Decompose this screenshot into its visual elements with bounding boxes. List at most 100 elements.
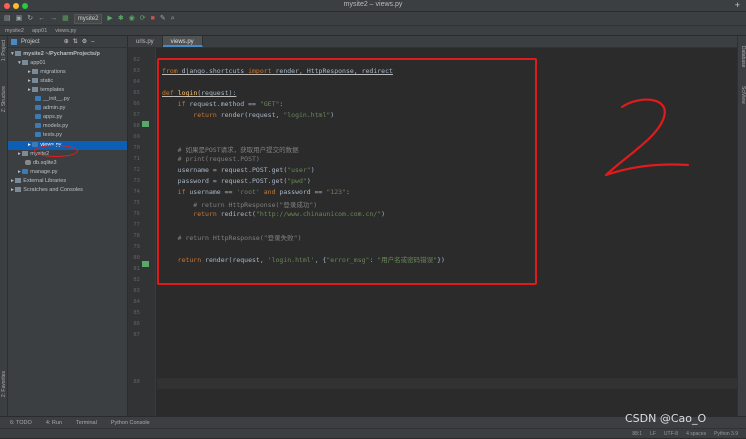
python-file-icon [22, 169, 29, 174]
breadcrumb-item-project[interactable]: mysite2 [5, 26, 24, 35]
tree-item-tests[interactable]: tests.py [8, 131, 127, 140]
line-number: 79 [133, 244, 140, 250]
tree-item-migrations[interactable]: ▸ migrations [8, 68, 127, 77]
tab-urls[interactable]: urls.py [128, 36, 163, 47]
structure-tool-tab[interactable]: Z: Structure [1, 86, 7, 112]
handwritten-two-annotation [604, 98, 690, 177]
project-panel: Project ⊕ ⇅ ⚙ – ▾ mysite2 ~/PycharmProje… [8, 36, 128, 416]
line-number: 88 [133, 379, 140, 385]
debug-icon[interactable]: ✱ [118, 13, 124, 25]
left-tool-strip: 1: Project Z: Structure 2: Favorites [0, 36, 8, 416]
gear-icon[interactable]: ⚙ [82, 38, 87, 45]
line-number: 84 [133, 299, 140, 305]
run-icon[interactable]: ▶ [107, 13, 112, 25]
search-icon[interactable]: ⌕ [171, 13, 175, 25]
library-icon [15, 178, 22, 183]
views-annotation-circle [34, 145, 78, 157]
url-mapping-icon[interactable] [142, 255, 150, 267]
locate-icon[interactable]: ⊕ [64, 38, 69, 45]
folder-icon [22, 151, 29, 156]
tree-item-admin[interactable]: admin.py [8, 104, 127, 113]
breadcrumb-item-app[interactable]: app01 [32, 26, 47, 35]
tree-item-apps[interactable]: apps.py [8, 113, 127, 122]
line-number: 71 [133, 156, 140, 162]
line-number: 65 [133, 90, 140, 96]
run-configuration-select[interactable]: mysite2 [73, 13, 103, 24]
tree-item-templates[interactable]: ▸ templates [8, 86, 127, 95]
line-number: 81 [133, 266, 140, 272]
folder-icon [32, 87, 39, 92]
line-number: 85 [133, 310, 140, 316]
project-panel-header: Project ⊕ ⇅ ⚙ – [8, 36, 128, 48]
tree-item-models[interactable]: models.py [8, 122, 127, 131]
status-bar: 88:1 LF UTF-8 4 spaces Python 3.9 [0, 428, 746, 438]
todo-tool-tab[interactable]: 6: TODO [10, 417, 32, 428]
editor-tabs: urls.py views.py [128, 36, 737, 48]
coverage-icon[interactable]: ◉ [129, 13, 135, 25]
line-number: 62 [133, 57, 140, 63]
line-number: 63 [133, 68, 140, 74]
open-folder-icon[interactable]: ▤ [4, 13, 11, 25]
line-number: 72 [133, 167, 140, 173]
stop-icon[interactable]: ■ [151, 13, 155, 25]
line-number: 67 [133, 112, 140, 118]
line-number: 64 [133, 79, 140, 85]
project-view-icon [11, 38, 17, 45]
collapse-icon[interactable]: ⇅ [73, 38, 78, 45]
url-mapping-icon[interactable] [142, 115, 150, 127]
line-number: 68 [133, 123, 140, 129]
line-number: 70 [133, 145, 140, 151]
favorites-tool-tab[interactable]: 2: Favorites [1, 371, 7, 397]
hide-icon[interactable]: – [91, 39, 94, 45]
terminal-tool-tab[interactable]: Terminal [76, 417, 97, 428]
folder-icon [32, 69, 39, 74]
database-tool-tab[interactable]: Database [740, 46, 746, 67]
profile-icon[interactable]: ⟳ [140, 13, 146, 25]
sync-icon[interactable]: ↻ [27, 13, 33, 25]
tree-item-static[interactable]: ▸ static [8, 77, 127, 86]
forward-icon[interactable]: → [50, 13, 57, 25]
line-number: 82 [133, 277, 140, 283]
tree-item-external-libraries[interactable]: ▸ External Libraries [8, 177, 127, 186]
line-number: 80 [133, 255, 140, 261]
line-number: 77 [133, 222, 140, 228]
line-number: 75 [133, 200, 140, 206]
python-file-icon [35, 132, 41, 137]
line-number: 76 [133, 211, 140, 217]
tree-item-app01[interactable]: ▾ app01 [8, 59, 127, 68]
line-number: 74 [133, 189, 140, 195]
tree-item-scratches[interactable]: ▸ Scratches and Consoles [8, 186, 127, 195]
run-tool-tab[interactable]: 4: Run [46, 417, 62, 428]
folder-icon [32, 78, 39, 83]
folder-icon [15, 51, 22, 56]
line-number: 73 [133, 178, 140, 184]
sciview-tool-tab[interactable]: SciView [740, 86, 746, 104]
tree-item-init[interactable]: __init__.py [8, 95, 127, 104]
tree-item-project-root[interactable]: ▾ mysite2 ~/PycharmProjects/p [8, 50, 127, 59]
back-icon[interactable]: ← [38, 13, 45, 25]
python-file-icon [35, 123, 41, 128]
build-icon[interactable]: ▦ [62, 13, 69, 25]
line-number: 83 [133, 288, 140, 294]
line-number: 86 [133, 321, 140, 327]
line-number: 78 [133, 233, 140, 239]
settings-wrench-icon[interactable]: ✎ [160, 13, 166, 25]
breadcrumb-item-file[interactable]: views.py [55, 26, 76, 35]
tree-item-db[interactable]: db.sqlite3 [8, 159, 127, 168]
save-icon[interactable]: ▣ [16, 13, 23, 25]
code-annotation-box [157, 58, 537, 285]
main-toolbar: ▤ ▣ ↻ ← → ▦ mysite2 ▶ ✱ ◉ ⟳ ■ ✎ ⌕ [0, 12, 746, 26]
python-file-icon [35, 114, 41, 119]
project-panel-title[interactable]: Project [21, 39, 40, 45]
add-icon[interactable]: + [735, 0, 740, 10]
python-file-icon [35, 105, 41, 110]
folder-icon [22, 60, 29, 65]
tree-item-manage[interactable]: ▸ manage.py [8, 168, 127, 177]
title-bar: mysite2 – views.py + [0, 0, 746, 12]
line-number: 66 [133, 101, 140, 107]
tab-views[interactable]: views.py [162, 36, 203, 47]
project-tool-tab[interactable]: 1: Project [1, 40, 7, 61]
line-number: 87 [133, 332, 140, 338]
python-console-tool-tab[interactable]: Python Console [111, 417, 150, 428]
line-number: 69 [133, 134, 140, 140]
